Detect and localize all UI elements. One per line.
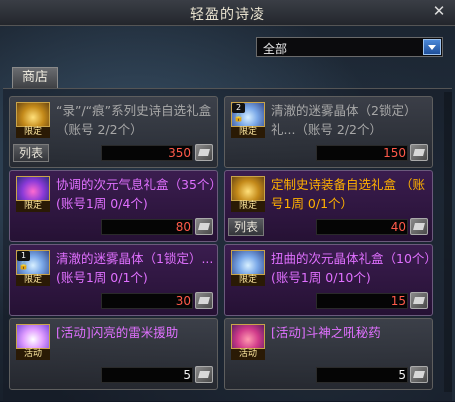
shop-item-card[interactable]: 活动 [活动]闪亮的雷米援助 5 — [9, 318, 218, 390]
item-badge: 限定 — [231, 274, 265, 286]
item-price: 5 — [398, 368, 406, 382]
currency-icon — [410, 144, 428, 161]
item-price: 80 — [175, 220, 191, 234]
item-badge: 限定 — [231, 200, 265, 212]
lock-icon: 2🔒 — [232, 103, 245, 122]
item-price: 350 — [168, 146, 191, 160]
currency-icon — [195, 366, 213, 383]
shop-item-card[interactable]: 限定 协调的次元气息礼盒（35个）(账号1周 0/4个) 80 — [9, 170, 218, 242]
title-bar: 轻盈的诗凌 ✕ — [0, 0, 455, 26]
shop-item-card[interactable]: 活动 [活动]斗神之吼秘药 5 — [224, 318, 433, 390]
currency-icon — [410, 218, 428, 235]
item-badge: 限定 — [231, 126, 265, 138]
item-name: 清澈的迷雾晶体（2锁定）礼...（账号 2/2个） — [271, 103, 417, 137]
item-name: [活动]闪亮的雷米援助 — [56, 325, 179, 340]
list-button[interactable]: 列表 — [228, 218, 264, 236]
item-name: “录”/“痕”系列史诗自选礼盒 （账号 2/2个） — [56, 103, 212, 137]
chevron-down-icon[interactable] — [423, 39, 441, 55]
item-price: 30 — [175, 294, 191, 308]
filter-dropdown[interactable]: 全部 — [256, 37, 443, 57]
currency-icon — [195, 218, 213, 235]
item-badge: 活动 — [16, 348, 50, 360]
item-price: 5 — [183, 368, 191, 382]
item-name: 清澈的迷雾晶体（1锁定）...(账号1周 0/1个) — [56, 251, 214, 285]
window-title: 轻盈的诗凌 — [190, 7, 265, 23]
shop-item-card[interactable]: 限定 扭曲的次元晶体礼盒（10个）(账号1周 0/10个) 15 — [224, 244, 433, 316]
item-badge: 限定 — [16, 274, 50, 286]
tab-shop[interactable]: 商店 — [12, 67, 58, 89]
item-badge: 活动 — [231, 348, 265, 360]
item-price: 150 — [383, 146, 406, 160]
shop-item-card[interactable]: 限定 “录”/“痕”系列史诗自选礼盒 （账号 2/2个） 列表 350 — [9, 96, 218, 168]
currency-icon — [410, 292, 428, 309]
list-button[interactable]: 列表 — [13, 144, 49, 162]
item-price: 40 — [390, 220, 406, 234]
currency-icon — [410, 366, 428, 383]
shop-item-card[interactable]: 限定 定制史诗装备自选礼盒 （账号1周 0/1个） 列表 40 — [224, 170, 433, 242]
scrollbar[interactable] — [444, 92, 452, 392]
item-badge: 限定 — [16, 126, 50, 138]
item-badge: 限定 — [16, 200, 50, 212]
item-name: 协调的次元气息礼盒（35个）(账号1周 0/4个) — [56, 177, 216, 211]
item-price: 15 — [390, 294, 406, 308]
currency-icon — [195, 292, 213, 309]
item-name: 扭曲的次元晶体礼盒（10个）(账号1周 0/10个) — [271, 251, 431, 285]
close-icon[interactable]: ✕ — [431, 3, 447, 19]
currency-icon — [195, 144, 213, 161]
filter-selected-value: 全部 — [263, 42, 288, 56]
lock-icon: 1🔒 — [17, 251, 30, 270]
shop-item-card[interactable]: 限定 1🔒 清澈的迷雾晶体（1锁定）...(账号1周 0/1个) 30 — [9, 244, 218, 316]
shop-item-card[interactable]: 限定 2🔒 清澈的迷雾晶体（2锁定）礼...（账号 2/2个） 150 — [224, 96, 433, 168]
item-name: [活动]斗神之吼秘药 — [271, 325, 381, 340]
item-name: 定制史诗装备自选礼盒 （账号1周 0/1个） — [271, 177, 425, 211]
